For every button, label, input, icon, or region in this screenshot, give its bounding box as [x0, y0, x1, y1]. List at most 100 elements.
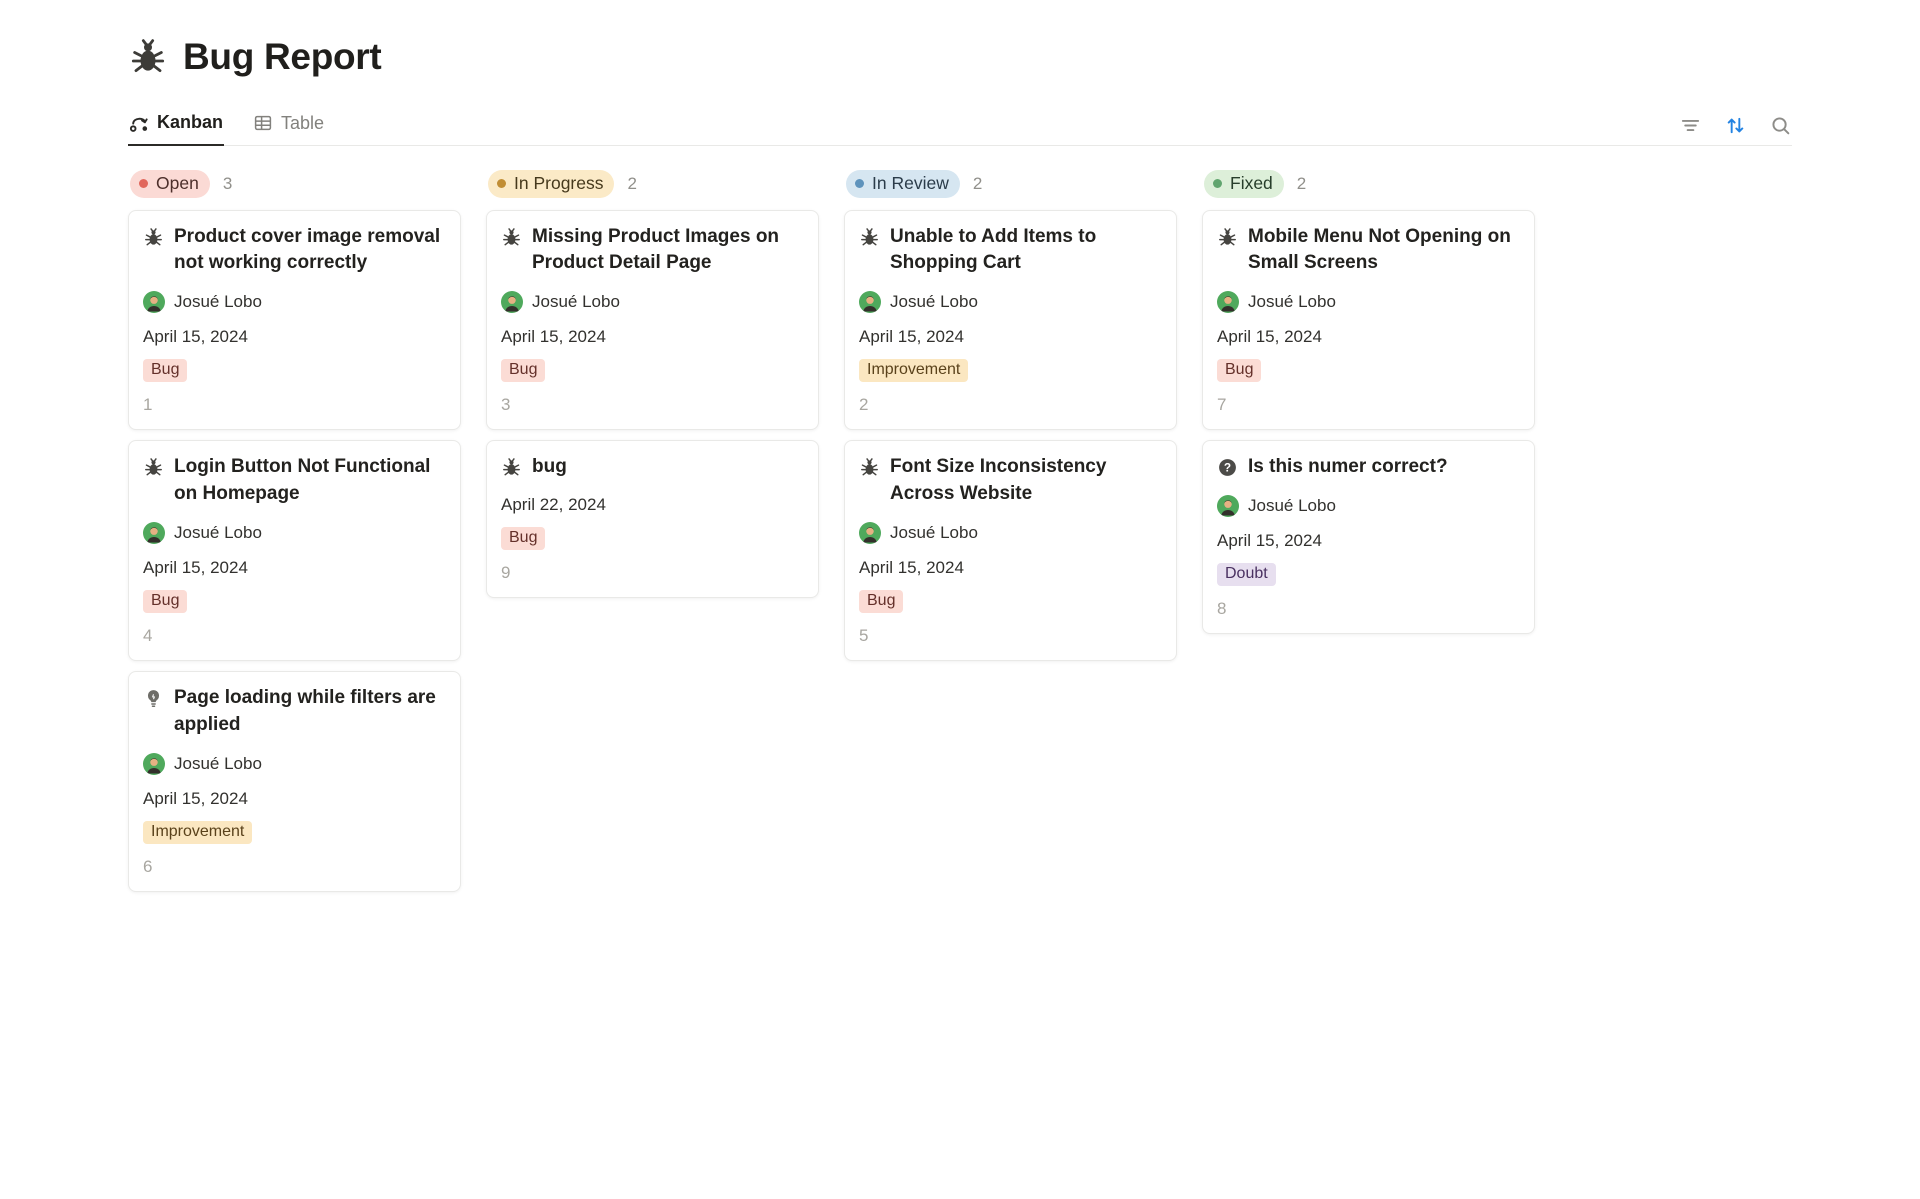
- card-assignee: Josué Lobo: [1217, 495, 1520, 517]
- column-status-pill[interactable]: Fixed: [1204, 170, 1284, 198]
- page: Bug Report Kanban Table Open3Product cov…: [0, 0, 1920, 902]
- column-header: In Review 2: [844, 170, 1177, 198]
- card-title: Unable to Add Items to Shopping Cart: [890, 224, 1162, 278]
- card-date: April 15, 2024: [1217, 531, 1520, 551]
- column-status-pill[interactable]: In Review: [846, 170, 960, 198]
- card-title: Page loading while filters are applied: [174, 685, 446, 739]
- assignee-name: Josué Lobo: [174, 754, 262, 774]
- card-tag-row: Bug: [1217, 359, 1520, 382]
- tab-table-label: Table: [281, 113, 324, 134]
- column-status-pill[interactable]: Open: [130, 170, 210, 198]
- tag-bug: Bug: [143, 359, 187, 382]
- column-header: Fixed 2: [1202, 170, 1535, 198]
- bug-icon: [501, 457, 522, 478]
- card-assignee: Josué Lobo: [859, 291, 1162, 313]
- card-assignee: Josué Lobo: [859, 522, 1162, 544]
- tag-improvement: Improvement: [859, 359, 968, 382]
- kanban-card[interactable]: Login Button Not Functional on HomepageJ…: [128, 440, 461, 661]
- column-status-pill[interactable]: In Progress: [488, 170, 614, 198]
- card-date: April 15, 2024: [143, 327, 446, 347]
- tab-kanban[interactable]: Kanban: [128, 106, 224, 146]
- card-tag-row: Bug: [501, 359, 804, 382]
- lightbulb-icon: [143, 688, 164, 709]
- page-header: Bug Report: [128, 36, 1792, 78]
- card-date: April 15, 2024: [859, 327, 1162, 347]
- board-column-in-progress: In Progress 2 Missing Product Images on Pr…: [486, 170, 819, 609]
- card-assignee: Josué Lobo: [143, 291, 446, 313]
- avatar: [143, 753, 165, 775]
- bug-icon: [859, 457, 880, 478]
- avatar: [1217, 291, 1239, 313]
- card-id-number: 7: [1217, 395, 1520, 415]
- card-title: Missing Product Images on Product Detail…: [532, 224, 804, 278]
- card-id-number: 2: [859, 395, 1162, 415]
- tag-bug: Bug: [501, 527, 545, 550]
- assignee-name: Josué Lobo: [890, 292, 978, 312]
- bug-icon: [143, 227, 164, 248]
- column-name: Fixed: [1230, 173, 1273, 194]
- card-tag-row: Improvement: [143, 821, 446, 844]
- assignee-name: Josué Lobo: [890, 523, 978, 543]
- kanban-card[interactable]: bug April 22, 2024 Bug 9: [486, 440, 819, 598]
- kanban-board: Open3Product cover image removal not wor…: [128, 170, 1792, 903]
- card-tag-row: Bug: [143, 590, 446, 613]
- kanban-card[interactable]: Mobile Menu Not Opening on Small Screens…: [1202, 210, 1535, 431]
- card-id-number: 8: [1217, 599, 1520, 619]
- kanban-card[interactable]: Product cover image removal not working …: [128, 210, 461, 431]
- card-id-number: 3: [501, 395, 804, 415]
- tag-bug: Bug: [1217, 359, 1261, 382]
- bug-icon: [143, 457, 164, 478]
- avatar: [859, 291, 881, 313]
- card-tag-row: Bug: [501, 527, 804, 550]
- view-tab-bar: Kanban Table: [128, 106, 1792, 146]
- column-name: In Review: [872, 173, 949, 194]
- sort-icon[interactable]: [1724, 114, 1747, 137]
- board-column-in-review: In Review2Unable to Add Items to Shoppin…: [844, 170, 1177, 672]
- card-id-number: 6: [143, 857, 446, 877]
- avatar: [501, 291, 523, 313]
- kanban-card[interactable]: Missing Product Images on Product Detail…: [486, 210, 819, 431]
- avatar: [859, 522, 881, 544]
- card-assignee: Josué Lobo: [143, 753, 446, 775]
- table-icon: [253, 113, 273, 133]
- assignee-name: Josué Lobo: [1248, 292, 1336, 312]
- kanban-card[interactable]: Page loading while filters are applied Jo…: [128, 671, 461, 892]
- card-date: April 15, 2024: [143, 789, 446, 809]
- avatar: [143, 291, 165, 313]
- card-tag-row: Doubt: [1217, 563, 1520, 586]
- card-tag-row: Bug: [859, 590, 1162, 613]
- search-icon[interactable]: [1769, 114, 1792, 137]
- card-tag-row: Bug: [143, 359, 446, 382]
- column-card-count: 2: [1297, 174, 1306, 194]
- column-header: Open3: [128, 170, 461, 198]
- assignee-name: Josué Lobo: [1248, 496, 1336, 516]
- question-icon: ?: [1217, 457, 1238, 478]
- tag-doubt: Doubt: [1217, 563, 1276, 586]
- column-card-count: 2: [973, 174, 982, 194]
- card-id-number: 1: [143, 395, 446, 415]
- tag-bug: Bug: [859, 590, 903, 613]
- card-title: Login Button Not Functional on Homepage: [174, 454, 446, 508]
- filter-icon[interactable]: [1679, 114, 1702, 137]
- card-title: bug: [532, 454, 567, 481]
- card-title: Font Size Inconsistency Across Website: [890, 454, 1162, 508]
- card-id-number: 4: [143, 626, 446, 646]
- tab-table[interactable]: Table: [252, 107, 325, 145]
- card-date: April 15, 2024: [143, 558, 446, 578]
- card-date: April 22, 2024: [501, 495, 804, 515]
- bug-icon: [128, 37, 168, 77]
- svg-text:?: ?: [1224, 461, 1231, 475]
- bug-icon: [859, 227, 880, 248]
- kanban-card[interactable]: Unable to Add Items to Shopping Cart Josu…: [844, 210, 1177, 431]
- card-assignee: Josué Lobo: [1217, 291, 1520, 313]
- status-dot-icon: [139, 179, 148, 188]
- kanban-icon: [129, 113, 149, 133]
- kanban-card[interactable]: Font Size Inconsistency Across Website Jo…: [844, 440, 1177, 661]
- kanban-card[interactable]: ?Is this numer correct?Josué LoboApril 1…: [1202, 440, 1535, 634]
- column-card-count: 2: [627, 174, 636, 194]
- bug-icon: [501, 227, 522, 248]
- assignee-name: Josué Lobo: [174, 292, 262, 312]
- tag-bug: Bug: [501, 359, 545, 382]
- card-id-number: 9: [501, 563, 804, 583]
- tag-bug: Bug: [143, 590, 187, 613]
